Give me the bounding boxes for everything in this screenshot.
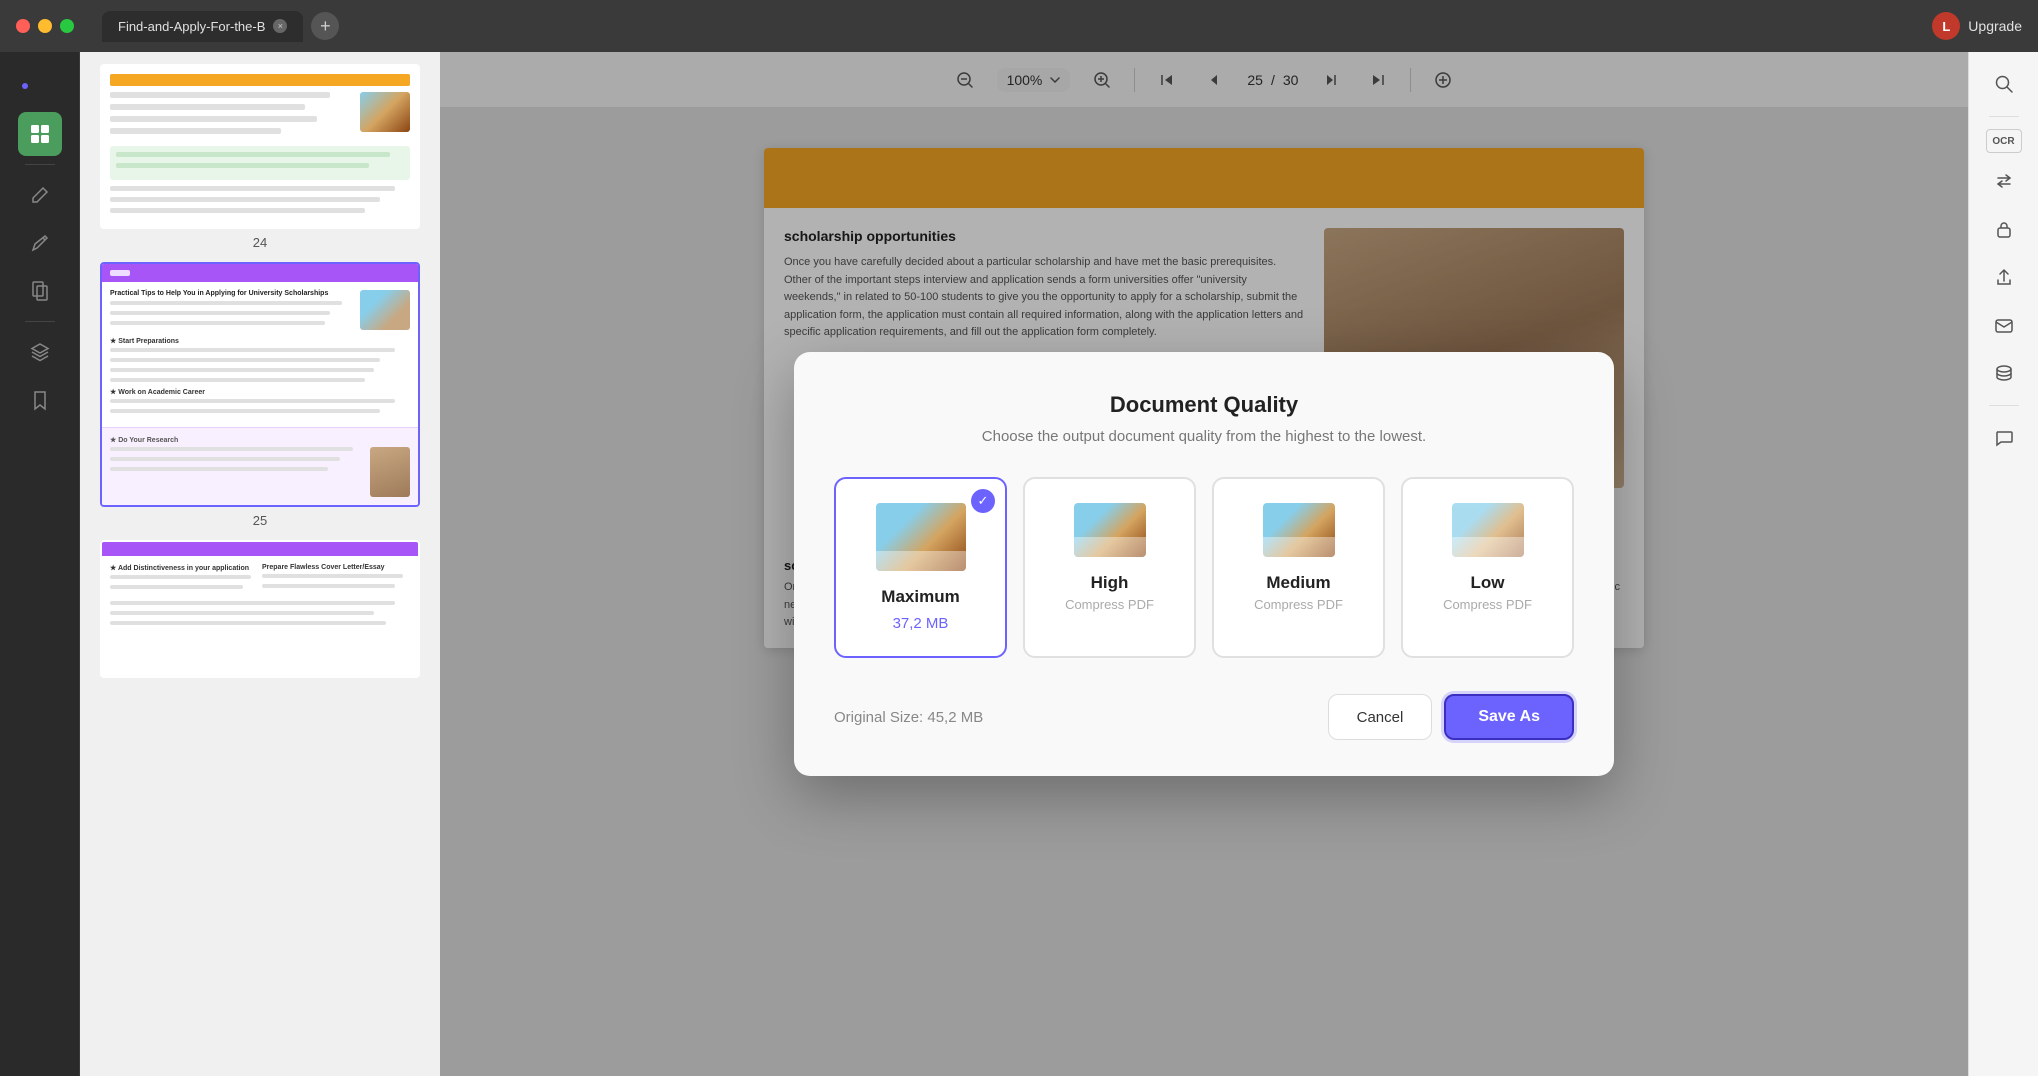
quality-options: ✓ Maximum 37,2 MB High Compress PDF xyxy=(834,477,1574,658)
sidebar-item-pages[interactable] xyxy=(18,269,62,313)
quality-name-low: Low xyxy=(1471,573,1505,593)
main-area: 24 Practical Tips to Help You in Applyin… xyxy=(0,52,2038,1076)
new-tab-button[interactable]: + xyxy=(311,12,339,40)
save-as-button[interactable]: Save As xyxy=(1444,694,1574,740)
quality-desc-medium: Compress PDF xyxy=(1254,597,1343,612)
modal-footer: Original Size: 45,2 MB Cancel Save As xyxy=(834,694,1574,740)
sidebar-item-thumbnails[interactable] xyxy=(18,112,62,156)
quality-img-medium xyxy=(1263,503,1335,557)
quality-desc-high: Compress PDF xyxy=(1065,597,1154,612)
quality-card-medium[interactable]: Medium Compress PDF xyxy=(1212,477,1385,658)
ocr-button[interactable]: OCR xyxy=(1986,129,2022,153)
upgrade-label: Upgrade xyxy=(1968,18,2022,34)
quality-img-low xyxy=(1452,503,1524,557)
thumb-page-25[interactable]: Practical Tips to Help You in Applying f… xyxy=(92,262,428,528)
left-sidebar xyxy=(0,52,80,1076)
right-divider-1 xyxy=(1989,116,2019,117)
comment-button[interactable] xyxy=(1984,418,2024,458)
quality-name-medium: Medium xyxy=(1266,573,1330,593)
original-size-label: Original Size: 45,2 MB xyxy=(834,709,983,726)
quality-img-maximum xyxy=(876,503,966,571)
quality-img-high xyxy=(1074,503,1146,557)
tab-bar: Find-and-Apply-For-the-B × + xyxy=(102,11,339,42)
document-tab[interactable]: Find-and-Apply-For-the-B × xyxy=(102,11,303,42)
quality-card-high[interactable]: High Compress PDF xyxy=(1023,477,1196,658)
thumb-img-26[interactable]: ★ Add Distinctiveness in your applicatio… xyxy=(100,540,420,678)
quality-desc-low: Compress PDF xyxy=(1443,597,1532,612)
thumb-page-26[interactable]: ★ Add Distinctiveness in your applicatio… xyxy=(92,540,428,678)
selected-checkmark: ✓ xyxy=(971,489,995,513)
user-avatar: L xyxy=(1932,12,1960,40)
quality-size-maximum: 37,2 MB xyxy=(893,615,949,632)
modal-actions: Cancel Save As xyxy=(1328,694,1574,740)
modal-subtitle: Choose the output document quality from … xyxy=(834,428,1574,445)
maximize-button[interactable] xyxy=(60,19,74,33)
mail-button[interactable] xyxy=(1984,305,2024,345)
sidebar-divider-2 xyxy=(25,321,55,322)
sidebar-item-layers[interactable] xyxy=(18,330,62,374)
lock-button[interactable] xyxy=(1984,209,2024,249)
thumb-img-24[interactable] xyxy=(100,64,420,229)
right-sidebar: OCR xyxy=(1968,52,2038,1076)
upgrade-button[interactable]: L Upgrade xyxy=(1932,12,2022,40)
quality-card-low[interactable]: Low Compress PDF xyxy=(1401,477,1574,658)
search-button[interactable] xyxy=(1984,64,2024,104)
quality-card-maximum[interactable]: ✓ Maximum 37,2 MB xyxy=(834,477,1007,658)
thumb-img-25[interactable]: Practical Tips to Help You in Applying f… xyxy=(100,262,420,507)
database-button[interactable] xyxy=(1984,353,2024,393)
modal-overlay: Document Quality Choose the output docum… xyxy=(440,52,1968,1076)
thumb-page-24[interactable]: 24 xyxy=(92,64,428,250)
minimize-button[interactable] xyxy=(38,19,52,33)
thumb-label-24: 24 xyxy=(253,235,267,250)
tab-close-button[interactable]: × xyxy=(273,19,287,33)
modal-title: Document Quality xyxy=(834,392,1574,418)
titlebar: Find-and-Apply-For-the-B × + L Upgrade xyxy=(0,0,2038,52)
tab-title: Find-and-Apply-For-the-B xyxy=(118,19,265,34)
quality-name-high: High xyxy=(1091,573,1129,593)
convert-button[interactable] xyxy=(1984,161,2024,201)
thumbnail-panel[interactable]: 24 Practical Tips to Help You in Applyin… xyxy=(80,52,440,1076)
close-button[interactable] xyxy=(16,19,30,33)
sidebar-item-annotate[interactable] xyxy=(18,221,62,265)
document-quality-modal: Document Quality Choose the output docum… xyxy=(794,352,1614,776)
sidebar-divider-1 xyxy=(25,164,55,165)
sidebar-item-bookmark[interactable] xyxy=(18,378,62,422)
share-button[interactable] xyxy=(1984,257,2024,297)
main-content: 100% xyxy=(440,52,1968,1076)
thumb-label-25: 25 xyxy=(253,513,267,528)
quality-name-maximum: Maximum xyxy=(881,587,959,607)
sidebar-item-edit[interactable] xyxy=(18,173,62,217)
traffic-lights xyxy=(16,19,74,33)
cancel-button[interactable]: Cancel xyxy=(1328,694,1433,740)
right-divider-2 xyxy=(1989,405,2019,406)
sidebar-dot-indicator xyxy=(18,64,62,108)
